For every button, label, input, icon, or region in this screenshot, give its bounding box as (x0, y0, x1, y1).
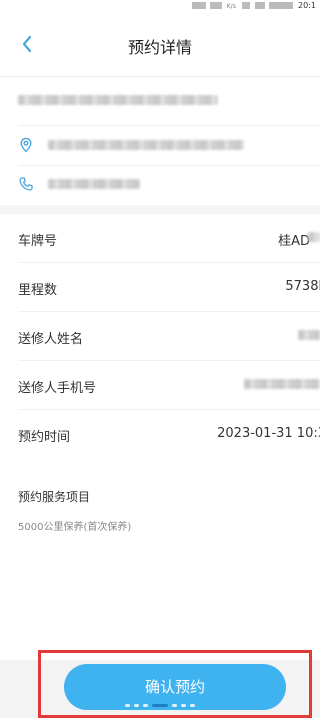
detail-label: 预约时间 (18, 430, 71, 445)
detail-row-plate: 车牌号 桂AD (0, 214, 320, 263)
detail-value: 桂AD (278, 234, 310, 249)
plate-redacted (308, 232, 320, 242)
notification-icons (269, 2, 294, 9)
page-dot (143, 704, 148, 707)
detail-label: 送修人姓名 (18, 332, 84, 347)
signal-icon (210, 2, 223, 9)
detail-label: 车牌号 (18, 234, 58, 249)
map-pin-icon (20, 137, 32, 153)
store-phone-redacted[interactable] (48, 179, 140, 189)
page-indicator (0, 704, 320, 707)
page-dot (134, 704, 139, 707)
detail-label: 里程数 (18, 283, 58, 298)
status-icons: K/s 20:1 (191, 1, 316, 10)
store-name-redacted (18, 95, 218, 105)
detail-value: 5738k (285, 279, 320, 294)
signal-icon (191, 2, 206, 9)
store-info-card (0, 77, 320, 205)
phone-icon (19, 177, 33, 191)
wifi-icon (242, 2, 251, 9)
page-title: 预约详情 (127, 38, 192, 57)
phone-redacted (244, 379, 320, 389)
name-redacted (298, 330, 320, 340)
service-title: 预约服务项目 (18, 490, 91, 504)
store-address-redacted[interactable] (48, 140, 244, 150)
service-item: 5000公里保养(首次保养) (18, 522, 132, 533)
status-time: 20:1 (298, 1, 316, 10)
detail-row-customer-name: 送修人姓名 (0, 312, 320, 361)
divider (18, 125, 320, 126)
nav-bar: 预约详情 (0, 14, 320, 77)
detail-row-mileage: 里程数 5738k (0, 263, 320, 312)
page-dot (172, 704, 177, 707)
page-dot (125, 704, 130, 707)
detail-row-customer-phone: 送修人手机号 (0, 361, 320, 410)
page-dot (190, 704, 195, 707)
detail-label: 送修人手机号 (18, 381, 97, 396)
page-dot-active (152, 704, 168, 707)
appointment-details-card: 车牌号 桂AD 里程数 5738k 送修人姓名 送修人手机号 预约时间 2023… (0, 214, 320, 660)
divider (18, 165, 320, 166)
alarm-icon (254, 2, 265, 9)
detail-value: 2023-01-31 10:3 (217, 426, 320, 441)
status-bar: K/s 20:1 (0, 0, 320, 14)
network-speed: K/s (226, 3, 236, 10)
detail-row-appointment-time: 预约时间 2023-01-31 10:3 (0, 410, 320, 459)
page-dot (181, 704, 186, 707)
